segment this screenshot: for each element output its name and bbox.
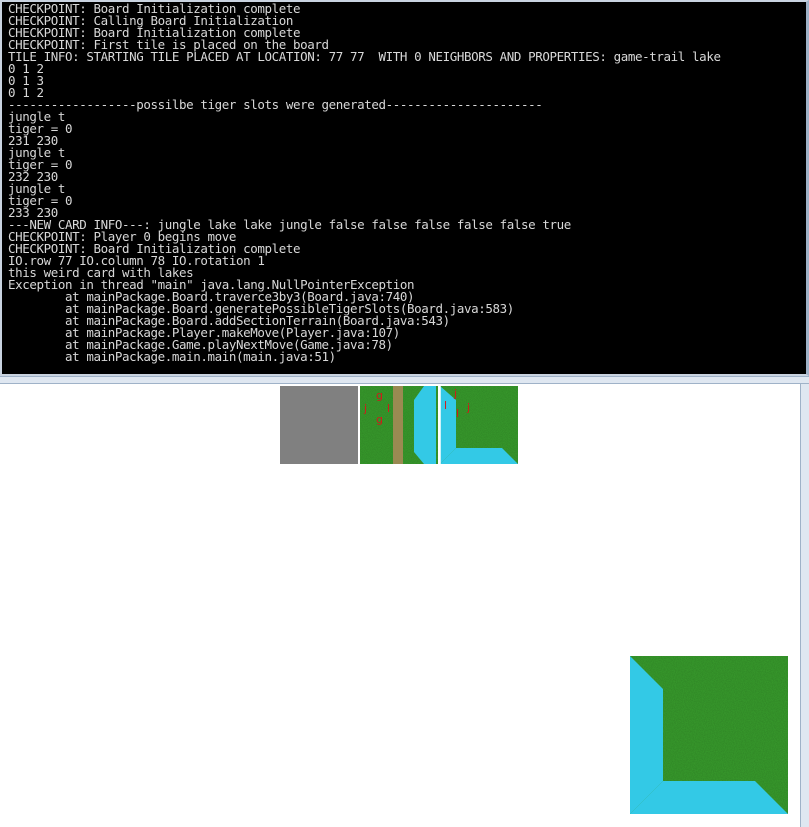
console-line: ------------------possilbe tiger slots w… — [8, 97, 543, 112]
tile-label-l1: l — [444, 399, 448, 412]
console-line: jungle t — [8, 145, 66, 160]
lake-corner-tile-art — [440, 386, 518, 464]
tile-label-g1: g — [376, 389, 383, 402]
board-canvas[interactable]: g j l g j l j l — [0, 384, 800, 827]
console-line: jungle t — [8, 181, 66, 196]
console-line: tiger = 0 — [8, 121, 73, 136]
tile-label-g2: g — [376, 413, 383, 426]
console-line: tiger = 0 — [8, 193, 73, 208]
console-output: CHECKPOINT: Board Initialization complet… — [8, 2, 721, 364]
canvas-scroll-edge — [800, 384, 809, 827]
tile-label-j2: j — [467, 401, 471, 414]
current-card-preview[interactable] — [630, 656, 788, 814]
console-line: tiger = 0 — [8, 157, 73, 172]
console-line: jungle t — [8, 109, 66, 124]
console-line: at mainPackage.main.main(main.java:51) — [8, 349, 336, 364]
window-divider — [0, 376, 809, 384]
tile-label-j1: j — [454, 387, 458, 400]
console-line: 231 230 — [8, 133, 58, 148]
console-line: 0 1 2 — [8, 61, 44, 76]
current-card-preview-art — [630, 656, 788, 814]
game-trail-tile-art — [360, 386, 438, 464]
game-trail-tile[interactable]: g j l g — [360, 386, 438, 464]
console-line: 0 1 3 — [8, 73, 44, 88]
tile-label-l2: l — [456, 407, 460, 420]
console-window[interactable]: CHECKPOINT: Board Initialization complet… — [0, 0, 809, 376]
lake-corner-tile[interactable]: j l j l — [440, 386, 518, 464]
tile-label-j: j — [364, 402, 368, 415]
tile-label-l: l — [387, 402, 391, 415]
console-line: 232 230 — [8, 169, 58, 184]
empty-slot-tile[interactable] — [280, 386, 358, 464]
console-line: TILE INFO: STARTING TILE PLACED AT LOCAT… — [8, 49, 721, 64]
